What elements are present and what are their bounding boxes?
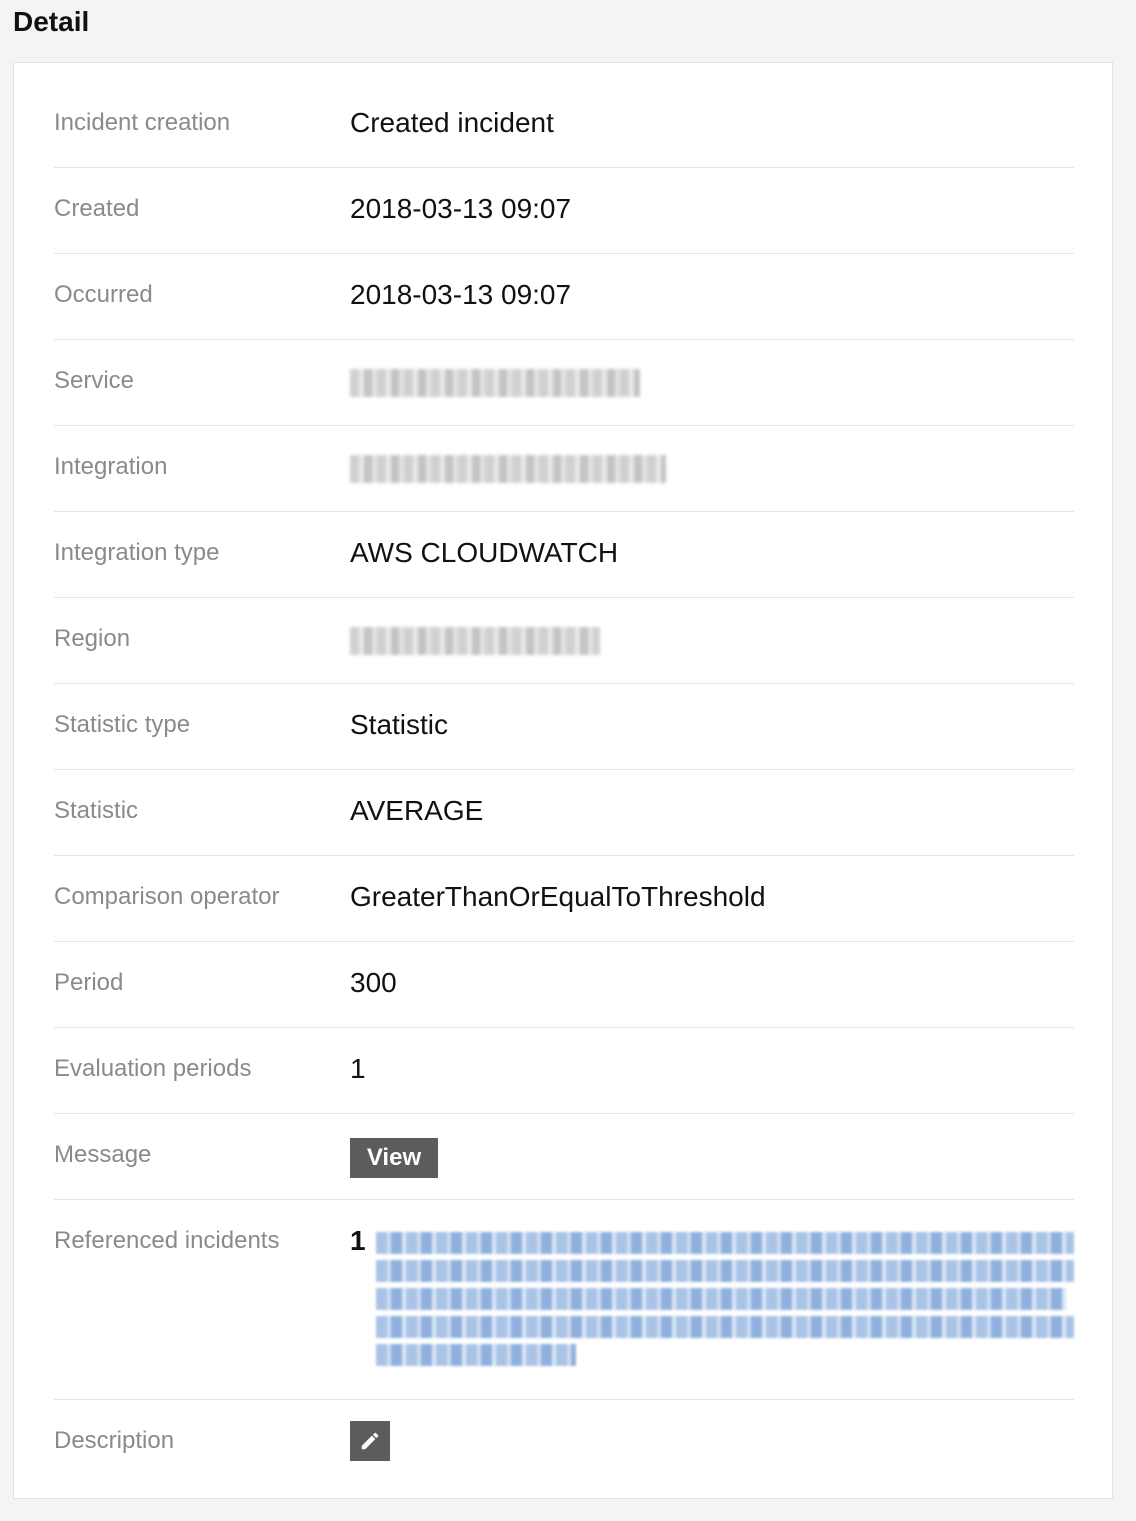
row-service: Service — [54, 340, 1074, 426]
service-label: Service — [54, 367, 135, 394]
comparison-operator-value: GreaterThanOrEqualToThreshold — [350, 881, 766, 912]
row-description: Description — [54, 1400, 1074, 1498]
period-value: 300 — [350, 967, 397, 998]
integration-type-label: Integration type — [54, 539, 220, 566]
service-value-redacted — [350, 369, 640, 397]
row-statistic-type: Statistic type Statistic — [54, 684, 1074, 770]
row-integration-type: Integration type AWS CLOUDWATCH — [54, 512, 1074, 598]
referenced-incidents-count: 1 — [350, 1225, 366, 1256]
incident-creation-label: Incident creation — [54, 109, 231, 136]
integration-value-redacted[interactable] — [350, 455, 666, 483]
statistic-type-label: Statistic type — [54, 711, 191, 738]
period-label: Period — [54, 969, 124, 996]
statistic-value: AVERAGE — [350, 795, 484, 826]
message-label: Message — [54, 1141, 152, 1168]
detail-panel: Incident creation Created incident Creat… — [13, 62, 1113, 1499]
comparison-operator-label: Comparison operator — [54, 883, 280, 910]
region-value-redacted — [350, 627, 600, 655]
referenced-incidents-label: Referenced incidents — [54, 1227, 280, 1254]
occurred-label: Occurred — [54, 281, 153, 308]
incident-creation-value: Created incident — [350, 107, 554, 138]
row-integration: Integration — [54, 426, 1074, 512]
integration-type-value: AWS CLOUDWATCH — [350, 537, 619, 568]
row-comparison-operator: Comparison operator GreaterThanOrEqualTo… — [54, 856, 1074, 942]
row-statistic: Statistic AVERAGE — [54, 770, 1074, 856]
row-region: Region — [54, 598, 1074, 684]
page-title: Detail — [13, 6, 90, 37]
evaluation-periods-label: Evaluation periods — [54, 1055, 252, 1082]
pencil-icon — [361, 1432, 379, 1450]
occurred-value: 2018-03-13 09:07 — [350, 279, 572, 310]
referenced-incident-link-redacted[interactable] — [376, 1232, 1074, 1372]
row-message: Message View — [54, 1114, 1074, 1200]
row-period: Period 300 — [54, 942, 1074, 1028]
statistic-type-value: Statistic — [350, 709, 449, 740]
row-created: Created 2018-03-13 09:07 — [54, 168, 1074, 254]
region-label: Region — [54, 625, 131, 652]
edit-description-button[interactable] — [350, 1421, 390, 1461]
created-label: Created — [54, 195, 140, 222]
row-referenced-incidents: Referenced incidents 1 — [54, 1200, 1074, 1400]
row-occurred: Occurred 2018-03-13 09:07 — [54, 254, 1074, 340]
description-label: Description — [54, 1427, 175, 1454]
evaluation-periods-value: 1 — [350, 1053, 366, 1084]
statistic-label: Statistic — [54, 797, 139, 824]
row-evaluation-periods: Evaluation periods 1 — [54, 1028, 1074, 1114]
view-message-button[interactable]: View — [350, 1138, 438, 1178]
row-incident-creation: Incident creation Created incident — [54, 63, 1074, 168]
integration-label: Integration — [54, 453, 168, 480]
created-value: 2018-03-13 09:07 — [350, 193, 572, 224]
